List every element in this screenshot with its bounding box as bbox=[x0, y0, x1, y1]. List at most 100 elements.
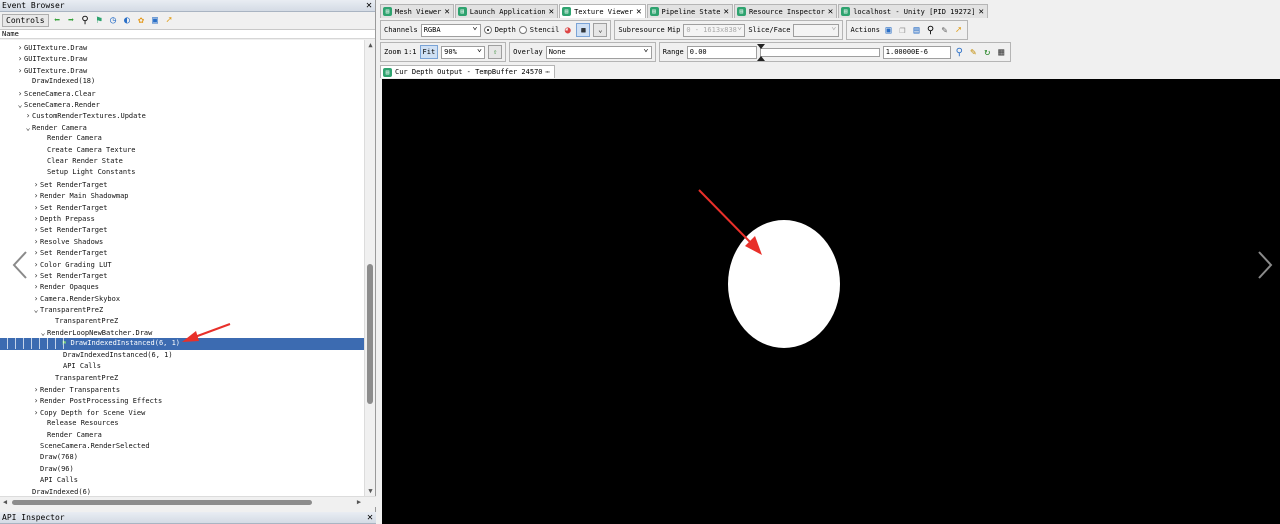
expand-chevron-icon[interactable]: › bbox=[16, 65, 24, 76]
event-row[interactable]: › Copy Depth for Scene View bbox=[0, 407, 364, 418]
pick-wrench-icon[interactable]: ✎ bbox=[939, 25, 950, 36]
flip-icon[interactable]: ⇧ bbox=[488, 45, 503, 59]
range-min-handle[interactable] bbox=[756, 43, 765, 49]
mip-select[interactable]: 0 - 1613x838 bbox=[683, 22, 746, 37]
range-slider[interactable] bbox=[756, 43, 880, 61]
time-clock-icon[interactable]: ◷ bbox=[108, 15, 119, 26]
event-row[interactable]: › Color Grading LUT bbox=[0, 259, 364, 270]
event-row[interactable]: › Render Transparents bbox=[0, 384, 364, 395]
forward-arrow-icon[interactable]: ➡ bbox=[66, 15, 77, 26]
open-icon[interactable]: ▤ bbox=[911, 25, 922, 36]
event-row[interactable]: › Set RenderTarget bbox=[0, 270, 364, 281]
event-row[interactable]: TransparentPreZ bbox=[0, 373, 364, 384]
tab-texture-viewer[interactable]: ▤ Texture Viewer ✕ bbox=[559, 4, 646, 18]
copy-icon[interactable]: ❐ bbox=[897, 25, 908, 36]
expand-chevron-icon[interactable]: › bbox=[32, 293, 40, 304]
save-icon[interactable]: ▣ bbox=[883, 25, 894, 36]
event-row[interactable]: Clear Render State bbox=[0, 156, 364, 167]
scroll-right-icon[interactable]: ▶ bbox=[354, 497, 364, 508]
event-tree-vertical-scrollbar[interactable]: ▲ ▼ bbox=[364, 40, 375, 496]
expand-chevron-icon[interactable]: › bbox=[32, 270, 40, 281]
zoom-ratio-button[interactable]: 1:1 bbox=[404, 48, 417, 56]
tab-pipeline-state[interactable]: ▤ Pipeline State ✕ bbox=[646, 4, 733, 18]
event-row[interactable]: › GUITexture.Draw bbox=[0, 65, 364, 76]
tab-resource-inspector[interactable]: ▤ Resource Inspector ✕ bbox=[733, 4, 838, 18]
event-row[interactable]: Render Camera bbox=[0, 133, 364, 144]
expand-chevron-icon[interactable]: › bbox=[16, 42, 24, 53]
event-row[interactable]: › Set RenderTarget bbox=[0, 247, 364, 258]
event-row[interactable]: › Set RenderTarget bbox=[0, 202, 364, 213]
zoom-select[interactable]: 90% bbox=[441, 44, 486, 59]
close-icon[interactable]: ✕ bbox=[549, 6, 554, 18]
tab-mesh-viewer[interactable]: ▤ Mesh Viewer ✕ bbox=[380, 4, 454, 18]
scroll-left-icon[interactable]: ◀ bbox=[0, 497, 10, 508]
texture-subtab[interactable]: ▤ Cur Depth Output - TempBuffer 24570 ⋯ bbox=[380, 65, 555, 78]
stencil-radio[interactable] bbox=[518, 26, 527, 34]
slice-face-select[interactable] bbox=[793, 22, 840, 37]
expand-chevron-icon[interactable]: › bbox=[32, 281, 40, 292]
event-row[interactable]: Release Resources bbox=[0, 418, 364, 429]
event-row[interactable]: DrawIndexedInstanced(6, 1) bbox=[0, 350, 364, 361]
save-disk-icon[interactable]: ▣ bbox=[150, 15, 161, 26]
reset-range-icon[interactable]: ↻ bbox=[982, 47, 993, 58]
event-browser-close-button[interactable]: ✕ bbox=[366, 0, 372, 11]
subtab-more-icon[interactable]: ⋯ bbox=[546, 66, 550, 78]
event-row[interactable]: › Set RenderTarget bbox=[0, 179, 364, 190]
expand-chevron-icon[interactable]: › bbox=[32, 224, 40, 235]
event-row[interactable]: ⌄ RenderLoopNewBatcher.Draw bbox=[0, 327, 364, 338]
event-row[interactable]: Render Camera bbox=[0, 430, 364, 441]
event-row[interactable]: › SceneCamera.Clear bbox=[0, 88, 364, 99]
fit-button[interactable]: Fit bbox=[419, 45, 439, 59]
event-tree-horizontal-scrollbar[interactable]: ◀ ▶ bbox=[0, 496, 376, 507]
expand-chevron-icon[interactable]: › bbox=[16, 88, 24, 99]
event-row[interactable]: › Render Main Shadowmap bbox=[0, 190, 364, 201]
event-row[interactable]: › GUITexture.Draw bbox=[0, 53, 364, 64]
event-row[interactable]: ⌄ Render Camera bbox=[0, 122, 364, 133]
event-row[interactable]: › Depth Prepass bbox=[0, 213, 364, 224]
channel-dropdown-icon[interactable]: ⌄ bbox=[593, 23, 608, 37]
event-row[interactable]: › Set RenderTarget bbox=[0, 224, 364, 235]
expand-chevron-icon[interactable]: › bbox=[32, 384, 40, 395]
export-icon[interactable]: ➚ bbox=[953, 25, 964, 36]
expand-chevron-icon[interactable]: › bbox=[32, 395, 40, 406]
expand-chevron-icon[interactable]: › bbox=[32, 259, 40, 270]
depth-radio[interactable] bbox=[483, 26, 492, 34]
next-chevron-icon[interactable] bbox=[1255, 250, 1275, 280]
event-row[interactable]: ⌄ TransparentPreZ bbox=[0, 304, 364, 315]
tab-localhost-unity[interactable]: ▤ localhost - Unity [PID 19272] ✕ bbox=[838, 4, 988, 18]
scroll-up-icon[interactable]: ▲ bbox=[365, 40, 376, 50]
event-row[interactable]: › Resolve Shadows bbox=[0, 236, 364, 247]
bookmark-flag-icon[interactable]: ⚑ bbox=[94, 15, 105, 26]
tab-launch-application[interactable]: ▤ Launch Application ✕ bbox=[454, 4, 559, 18]
event-row[interactable]: › Render Opaques bbox=[0, 281, 364, 292]
event-row-selected[interactable]: ⚑ DrawIndexedInstanced(6, 1) bbox=[0, 338, 364, 350]
collapse-chevron-icon[interactable]: ⌄ bbox=[32, 304, 40, 315]
checkerboard-icon[interactable]: ▩ bbox=[576, 23, 591, 37]
expand-chevron-icon[interactable]: › bbox=[32, 247, 40, 258]
event-row[interactable]: ⌄ SceneCamera.Render bbox=[0, 99, 364, 110]
collapse-chevron-icon[interactable]: ⌄ bbox=[24, 122, 32, 133]
overlay-select[interactable]: None bbox=[545, 44, 652, 59]
event-row[interactable]: API Calls bbox=[0, 361, 364, 372]
previous-chevron-icon[interactable] bbox=[10, 250, 30, 280]
expand-chevron-icon[interactable]: › bbox=[32, 236, 40, 247]
range-min-handle-bottom[interactable] bbox=[756, 55, 765, 61]
event-row[interactable]: Draw(96) bbox=[0, 464, 364, 475]
channels-select[interactable]: RGBA bbox=[420, 22, 481, 37]
expand-chevron-icon[interactable]: › bbox=[16, 53, 24, 64]
close-icon[interactable]: ✕ bbox=[724, 6, 729, 18]
export-icon[interactable]: ➚ bbox=[164, 15, 175, 26]
event-row[interactable]: › Camera.RenderSkybox bbox=[0, 293, 364, 304]
collapse-chevron-icon[interactable]: ⌄ bbox=[16, 99, 24, 110]
event-row[interactable]: Create Camera Texture bbox=[0, 145, 364, 156]
event-row[interactable]: Draw(768) bbox=[0, 452, 364, 463]
expand-chevron-icon[interactable]: › bbox=[32, 407, 40, 418]
event-row[interactable]: DrawIndexed(18) bbox=[0, 76, 364, 87]
find-binoculars-icon[interactable]: ⚲ bbox=[925, 25, 936, 36]
histogram-icon[interactable]: ▦ bbox=[996, 47, 1007, 58]
event-row[interactable]: API Calls bbox=[0, 475, 364, 486]
expand-chevron-icon[interactable]: › bbox=[32, 179, 40, 190]
find-binoculars-icon[interactable]: ⚲ bbox=[80, 15, 91, 26]
close-icon[interactable]: ✕ bbox=[828, 6, 833, 18]
close-icon[interactable]: ✕ bbox=[444, 6, 449, 18]
